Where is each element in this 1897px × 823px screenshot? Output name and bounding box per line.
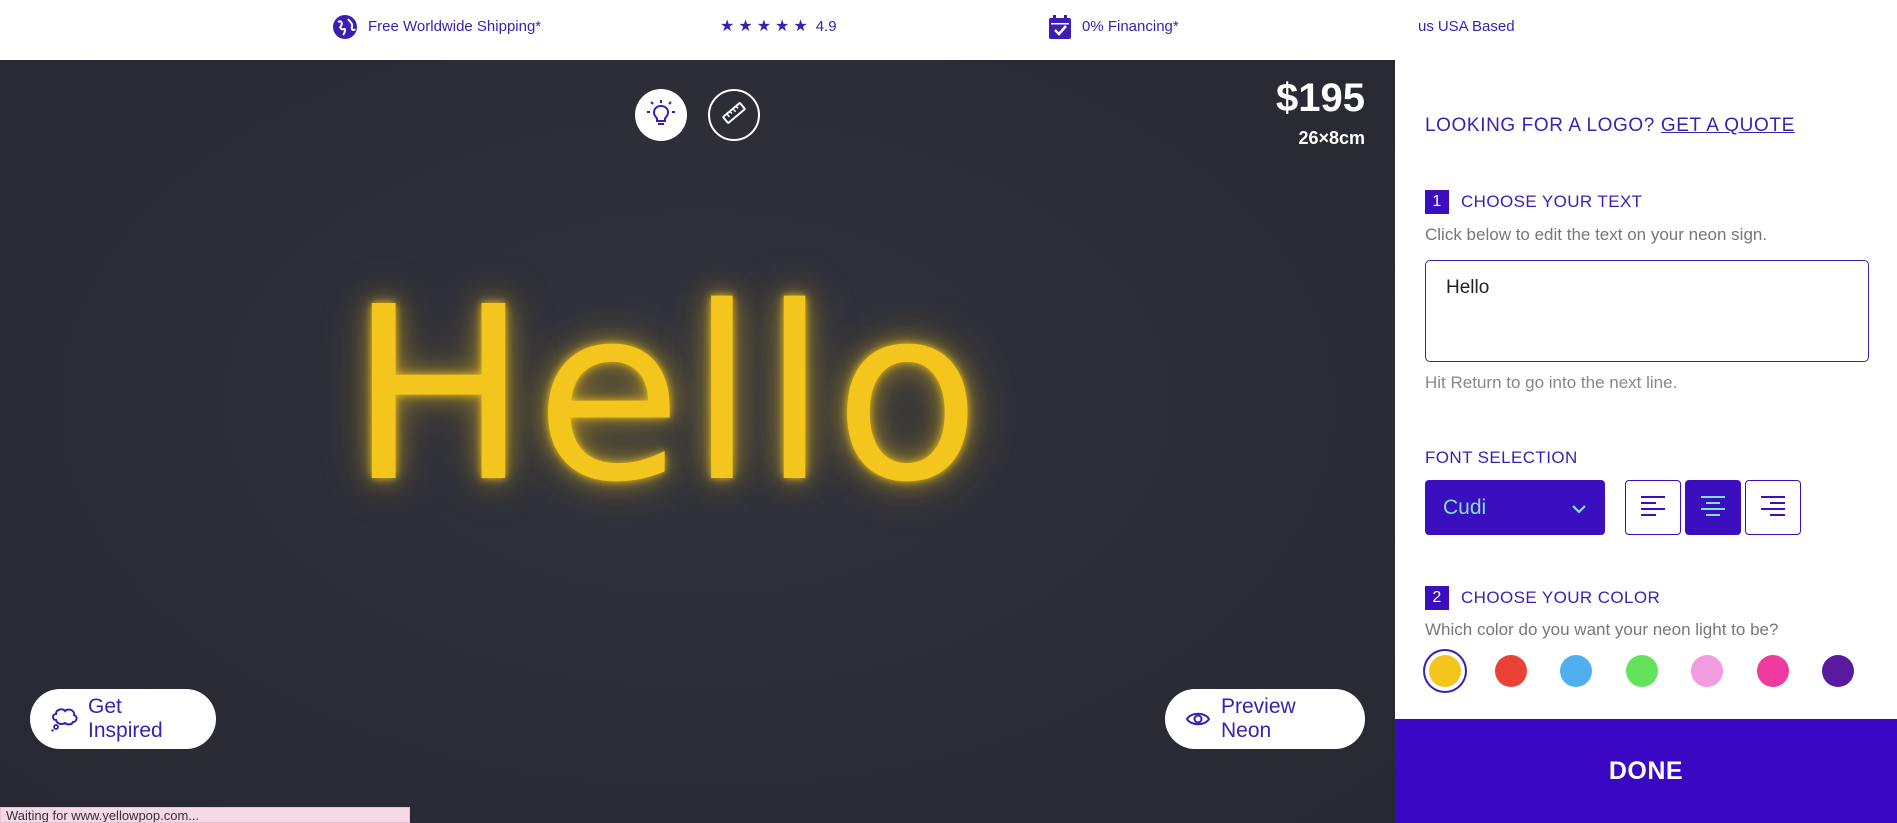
- neon-sign-preview: Hello: [0, 275, 1395, 515]
- thought-bubble-icon: [50, 706, 78, 732]
- return-hint: Hit Return to go into the next line.: [1425, 373, 1678, 392]
- align-right-icon: [1760, 494, 1786, 521]
- color-swatch[interactable]: [1560, 655, 1592, 687]
- star-icon: ★: [756, 17, 772, 35]
- customizer-panel: LOOKING FOR A LOGO? GET A QUOTE 1 CHOOSE…: [1395, 60, 1897, 719]
- globe-icon: [332, 14, 358, 40]
- neon-preview-stage: $195 26×8cm Hello Get Inspired Preview N…: [0, 60, 1395, 823]
- rating-stars: ★ ★ ★ ★ ★: [720, 17, 808, 35]
- color-swatch[interactable]: [1429, 655, 1461, 687]
- color-swatch[interactable]: [1822, 655, 1854, 687]
- neon-text-input[interactable]: Hello: [1425, 260, 1869, 362]
- font-select-value: Cudi: [1443, 495, 1487, 519]
- get-a-quote-link[interactable]: GET A QUOTE: [1661, 115, 1795, 136]
- ruler-icon: [721, 100, 747, 131]
- logo-prompt-text: LOOKING FOR A LOGO?: [1425, 115, 1655, 136]
- price-label: $195: [1276, 76, 1365, 120]
- calendar-check-icon: [1048, 14, 1072, 40]
- light-toggle-button[interactable]: [635, 89, 687, 141]
- shipping-label: Free Worldwide Shipping*: [368, 18, 542, 35]
- step-2-heading: 2 CHOOSE YOUR COLOR: [1425, 586, 1660, 610]
- rating-info: ★ ★ ★ ★ ★ 4.9: [720, 0, 837, 53]
- font-select-dropdown[interactable]: Cudi: [1425, 480, 1605, 535]
- get-inspired-label: Get Inspired: [88, 695, 163, 742]
- step-number: 2: [1425, 586, 1449, 610]
- font-selection-label: FONT SELECTION: [1425, 448, 1578, 467]
- align-left-icon: [1640, 494, 1666, 521]
- step-1-hint: Click below to edit the text on your neo…: [1425, 225, 1768, 244]
- step-title: CHOOSE YOUR TEXT: [1461, 192, 1643, 211]
- rating-value: 4.9: [815, 18, 837, 35]
- neon-text: Hello: [348, 255, 987, 535]
- star-icon: ★: [738, 17, 753, 35]
- usa-info: us USA Based: [1418, 0, 1515, 53]
- chevron-down-icon: [1571, 496, 1587, 520]
- star-icon: ★: [793, 17, 808, 35]
- step-2-hint: Which color do you want your neon light …: [1425, 620, 1779, 639]
- financing-label: 0% Financing*: [1082, 18, 1179, 35]
- us-flag-icon: us: [1418, 18, 1434, 35]
- done-button[interactable]: DONE: [1395, 719, 1897, 823]
- color-swatch[interactable]: [1691, 655, 1723, 687]
- align-left-button[interactable]: [1625, 480, 1681, 535]
- browser-status-bar: Waiting for www.yellowpop.com...: [0, 807, 410, 823]
- align-center-button[interactable]: [1685, 480, 1741, 535]
- color-swatch[interactable]: [1625, 655, 1658, 687]
- color-swatch[interactable]: [1494, 655, 1527, 687]
- financing-info: 0% Financing*: [1048, 0, 1179, 53]
- step-number: 1: [1425, 190, 1449, 214]
- size-label: 26×8cm: [1298, 128, 1365, 148]
- align-right-button[interactable]: [1745, 480, 1801, 535]
- usa-label: USA Based: [1437, 18, 1515, 35]
- get-inspired-button[interactable]: Get Inspired: [30, 689, 216, 749]
- step-title: CHOOSE YOUR COLOR: [1461, 588, 1661, 607]
- align-center-icon: [1700, 494, 1726, 521]
- step-1-heading: 1 CHOOSE YOUR TEXT: [1425, 190, 1642, 214]
- star-icon: ★: [720, 17, 735, 35]
- lightbulb-icon: [646, 98, 676, 133]
- top-info-bar: Free Worldwide Shipping* ★ ★ ★ ★ ★ 4.9 0…: [0, 0, 1897, 60]
- preview-neon-label: Preview Neon: [1221, 695, 1296, 742]
- eye-icon: [1185, 709, 1211, 729]
- shipping-info: Free Worldwide Shipping*: [332, 0, 541, 53]
- preview-neon-button[interactable]: Preview Neon: [1165, 689, 1365, 749]
- color-swatch[interactable]: [1756, 655, 1789, 687]
- size-toggle-button[interactable]: [708, 89, 760, 141]
- star-icon: ★: [775, 17, 790, 35]
- logo-quote-prompt: LOOKING FOR A LOGO? GET A QUOTE: [1425, 115, 1795, 137]
